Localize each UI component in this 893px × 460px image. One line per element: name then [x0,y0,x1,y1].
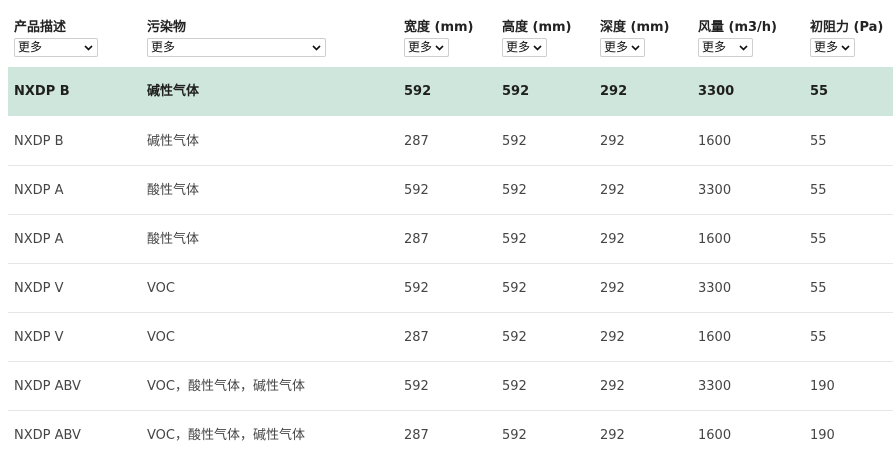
cell-product: NXDP B [14,84,70,99]
cell-depth: 292 [600,183,625,198]
cell-resistance: 55 [810,330,827,345]
cell-height: 592 [502,379,527,394]
cell-resistance: 55 [810,281,827,296]
cell-pollutant: 酸性气体 [147,183,200,198]
cell-height: 592 [502,281,527,296]
cell-pollutant: VOC [147,281,175,296]
column-header-label: 宽度 (mm) [404,20,474,35]
cell-depth: 292 [600,330,625,345]
table-row[interactable]: NXDP A 酸性气体 287 592 292 1600 55 [8,215,893,264]
cell-depth: 292 [600,84,628,99]
table-row-highlighted[interactable]: NXDP B 碱性气体 592 592 292 3300 55 [8,67,893,116]
cell-height: 592 [502,134,527,149]
cell-product: NXDP A [14,183,64,198]
cell-width: 287 [404,428,429,443]
column-header-label: 深度 (mm) [600,20,670,35]
table-header: 产品描述 更多 污染物 更多 宽度 (mm) 更多 高度 (mm) 更多 深度 … [0,0,893,67]
cell-pollutant: 碱性气体 [147,84,200,99]
cell-resistance: 190 [810,428,835,443]
chevron-down-icon [739,45,748,51]
filter-value: 更多 [604,40,629,54]
filter-value: 更多 [408,40,433,54]
cell-width: 287 [404,232,429,247]
table-row[interactable]: NXDP V VOC 592 592 292 3300 55 [8,264,893,313]
pollutant-filter[interactable]: 更多 [147,38,326,57]
chevron-down-icon [631,45,640,51]
cell-height: 592 [502,330,527,345]
cell-airflow: 3300 [698,84,735,99]
cell-airflow: 1600 [698,134,732,149]
table-row[interactable]: NXDP ABV VOC，酸性气体，碱性气体 592 592 292 3300 … [8,362,893,411]
cell-product: NXDP ABV [14,379,81,394]
cell-height: 592 [502,232,527,247]
table-row[interactable]: NXDP B 碱性气体 287 592 292 1600 55 [8,117,893,166]
cell-airflow: 3300 [698,183,732,198]
table-row[interactable]: NXDP V VOC 287 592 292 1600 55 [8,313,893,362]
cell-resistance: 190 [810,379,835,394]
cell-resistance: 55 [810,183,827,198]
cell-airflow: 3300 [698,379,732,394]
filter-value: 更多 [506,40,531,54]
filter-value: 更多 [814,40,839,54]
cell-pollutant: 酸性气体 [147,232,200,247]
airflow-filter[interactable]: 更多 [698,38,753,57]
cell-airflow: 1600 [698,330,732,345]
chevron-down-icon [312,45,321,51]
cell-depth: 292 [600,281,625,296]
cell-resistance: 55 [810,232,827,247]
height-filter[interactable]: 更多 [502,38,547,57]
cell-pollutant: VOC [147,330,175,345]
cell-width: 592 [404,183,429,198]
cell-pollutant: VOC，酸性气体，碱性气体 [147,428,305,443]
column-header-label: 产品描述 [14,20,67,35]
cell-resistance: 55 [810,134,827,149]
cell-depth: 292 [600,379,625,394]
chevron-down-icon [533,45,542,51]
cell-product: NXDP B [14,134,64,149]
column-header-label: 风量 (m3/h) [698,20,778,35]
cell-width: 592 [404,281,429,296]
cell-product: NXDP A [14,232,64,247]
table-row[interactable]: NXDP A 酸性气体 592 592 292 3300 55 [8,166,893,215]
chevron-down-icon [435,45,444,51]
product-description-filter[interactable]: 更多 [14,38,98,57]
cell-width: 287 [404,134,429,149]
cell-pollutant: 碱性气体 [147,134,200,149]
cell-pollutant: VOC，酸性气体，碱性气体 [147,379,305,394]
cell-product: NXDP V [14,281,64,296]
cell-width: 592 [404,84,432,99]
filter-value: 更多 [702,40,727,54]
chevron-down-icon [84,45,93,51]
cell-product: NXDP V [14,330,64,345]
column-header-label: 初阻力 (Pa) [810,20,884,35]
cell-height: 592 [502,183,527,198]
column-header-label: 污染物 [147,20,187,35]
table-row[interactable]: NXDP ABV VOC，酸性气体，碱性气体 287 592 292 1600 … [8,411,893,457]
cell-width: 592 [404,379,429,394]
filter-value: 更多 [151,40,176,54]
chevron-down-icon [841,45,850,51]
cell-airflow: 3300 [698,281,732,296]
width-filter[interactable]: 更多 [404,38,449,57]
cell-depth: 292 [600,134,625,149]
product-table: 产品描述 更多 污染物 更多 宽度 (mm) 更多 高度 (mm) 更多 深度 … [0,0,893,443]
cell-width: 287 [404,330,429,345]
cell-height: 592 [502,84,530,99]
cell-depth: 292 [600,232,625,247]
cell-product: NXDP ABV [14,428,81,443]
cell-height: 592 [502,428,527,443]
cell-resistance: 55 [810,84,829,99]
initial-resistance-filter[interactable]: 更多 [810,38,855,57]
column-header-label: 高度 (mm) [502,20,572,35]
filter-value: 更多 [18,40,43,54]
cell-airflow: 1600 [698,428,732,443]
cell-depth: 292 [600,428,625,443]
cell-airflow: 1600 [698,232,732,247]
depth-filter[interactable]: 更多 [600,38,645,57]
